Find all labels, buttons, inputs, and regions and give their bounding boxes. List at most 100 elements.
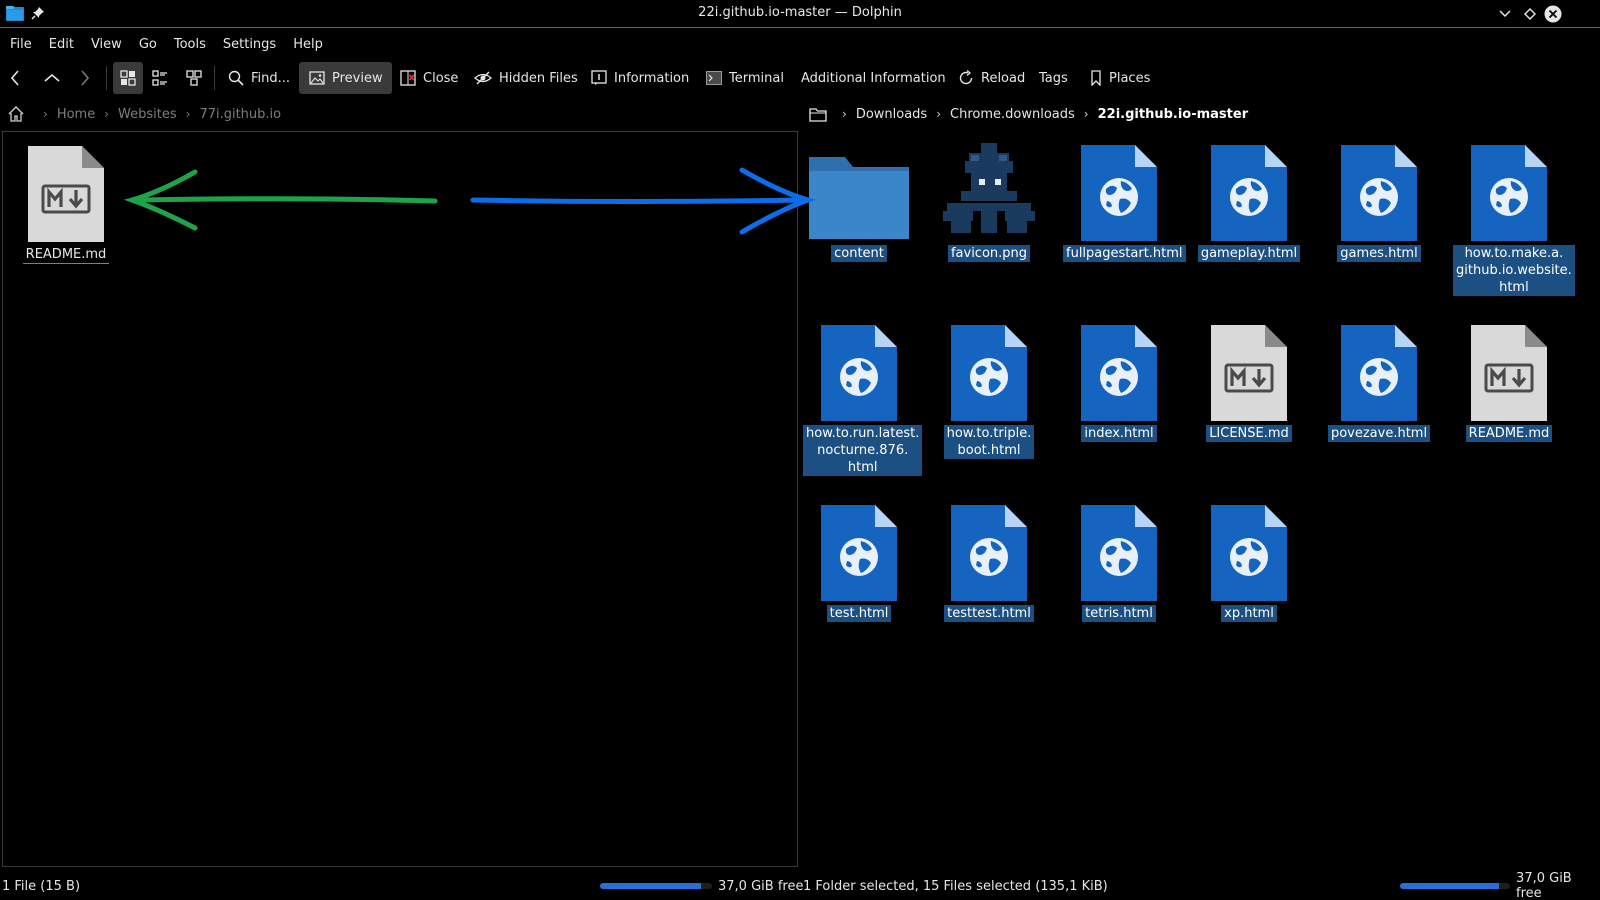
chevron-up-icon	[44, 73, 60, 82]
file-name: README.md	[1465, 425, 1553, 442]
places-button[interactable]: Places	[1090, 62, 1150, 94]
toolbar-separator	[214, 66, 215, 90]
file-name: povezave.html	[1327, 425, 1431, 442]
diamond-icon	[1524, 8, 1536, 20]
close-window-button[interactable]	[1544, 5, 1562, 23]
html-file-icon	[803, 321, 915, 425]
image-preview-icon	[309, 71, 325, 85]
file-item[interactable]: how.to.triple. boot.html	[933, 321, 1045, 459]
chevron-right-icon: ›	[1083, 107, 1089, 121]
additional-information-button[interactable]: Additional Information	[801, 62, 946, 94]
details-view-button[interactable]	[186, 62, 206, 94]
menu-tools[interactable]: Tools	[168, 37, 212, 52]
left-free-space-label: 37,0 GiB free	[718, 878, 804, 894]
reload-label: Reload	[981, 70, 1026, 86]
tags-button[interactable]: Tags	[1039, 62, 1068, 94]
file-item[interactable]: index.html	[1063, 321, 1175, 442]
breadcrumb-22i-github-io-master[interactable]: 22i.github.io-master	[1098, 107, 1249, 122]
file-name: tetris.html	[1082, 605, 1156, 622]
toolbar-separator	[106, 66, 107, 90]
forward-button[interactable]	[80, 62, 100, 94]
hidden-files-button[interactable]: Hidden Files	[474, 62, 578, 94]
chevron-right-icon: ›	[842, 107, 847, 121]
chevron-left-icon	[10, 70, 19, 86]
maximize-button[interactable]	[1521, 5, 1539, 23]
icons-view-icon	[120, 70, 136, 86]
file-item[interactable]: README.md	[10, 142, 122, 264]
file-item[interactable]: games.html	[1323, 141, 1435, 262]
folder-outline-icon[interactable]	[809, 107, 827, 122]
left-file-view[interactable]: README.md	[2, 131, 798, 867]
close-label: Close	[423, 70, 459, 86]
find-button[interactable]: Find...	[228, 62, 290, 94]
html-file-icon	[1193, 141, 1305, 245]
compact-view-button[interactable]	[152, 62, 172, 94]
find-label: Find...	[251, 70, 291, 86]
menu-file[interactable]: File	[4, 37, 38, 52]
left-free-space: 37,0 GiB free	[600, 876, 803, 896]
file-item[interactable]: how.to.run.latest. nocturne.876. html	[803, 321, 923, 476]
icons-view-button[interactable]	[113, 62, 143, 94]
close-split-button[interactable]: Close	[400, 62, 458, 94]
reload-button[interactable]: Reload	[958, 62, 1025, 94]
up-button[interactable]	[44, 62, 64, 94]
chevron-right-icon: ›	[43, 107, 48, 121]
menu-settings[interactable]: Settings	[217, 37, 282, 52]
search-icon	[228, 70, 244, 86]
hidden-eye-icon	[474, 71, 492, 85]
breadcrumb-home[interactable]: Home	[57, 107, 95, 122]
compact-view-icon	[152, 70, 167, 86]
title-bar: 22i.github.io-master — Dolphin	[0, 0, 1600, 28]
breadcrumb-downloads[interactable]: Downloads	[856, 107, 927, 122]
menu-edit[interactable]: Edit	[43, 37, 80, 52]
places-label: Places	[1109, 70, 1151, 86]
html-file-icon	[933, 321, 1045, 425]
information-icon	[591, 70, 607, 85]
bookmark-icon	[1091, 70, 1101, 86]
chevron-right-icon: ›	[936, 107, 942, 121]
home-icon[interactable]	[8, 106, 24, 122]
file-item[interactable]: favicon.png	[933, 141, 1045, 262]
file-item[interactable]: test.html	[803, 501, 915, 622]
file-item[interactable]: povezave.html	[1323, 321, 1435, 442]
file-item[interactable]: testtest.html	[933, 501, 1045, 622]
file-item[interactable]: how.to.make.a. github.io.website. html	[1453, 141, 1575, 296]
file-item[interactable]: LICENSE.md	[1193, 321, 1305, 442]
breadcrumb-77i-github-io[interactable]: 77i.github.io	[199, 107, 281, 122]
html-file-icon	[1063, 141, 1175, 245]
hidden-files-label: Hidden Files	[499, 70, 578, 86]
menu-help[interactable]: Help	[287, 37, 329, 52]
breadcrumb-websites[interactable]: Websites	[118, 107, 177, 122]
main-toolbar: Find... Preview Close Hidden Files Infor…	[0, 62, 1600, 94]
file-name: fullpagestart.html	[1063, 245, 1186, 262]
file-name: how.to.triple. boot.html	[943, 425, 1035, 459]
terminal-label: Terminal	[729, 70, 784, 86]
markdown-file-icon	[10, 142, 122, 246]
file-item[interactable]: README.md	[1453, 321, 1565, 442]
chevron-right-icon	[81, 70, 90, 86]
file-item[interactable]: gameplay.html	[1193, 141, 1305, 262]
file-item[interactable]: xp.html	[1193, 501, 1305, 622]
file-item[interactable]: fullpagestart.html	[1063, 141, 1186, 262]
terminal-button[interactable]: Terminal	[706, 62, 784, 94]
file-name: testtest.html	[944, 605, 1034, 622]
right-breadcrumb: › Downloads › Chrome.downloads › 22i.git…	[809, 103, 1248, 125]
details-view-icon	[186, 70, 202, 86]
information-button[interactable]: Information	[591, 62, 689, 94]
image-thumbnail	[933, 141, 1045, 245]
back-button[interactable]	[10, 62, 30, 94]
breadcrumb-chrome-downloads[interactable]: Chrome.downloads	[950, 107, 1075, 122]
markdown-file-icon	[1453, 321, 1565, 425]
preview-button[interactable]: Preview	[299, 62, 392, 94]
file-name: content	[831, 245, 887, 262]
menu-go[interactable]: Go	[133, 37, 163, 52]
right-file-view[interactable]: content favicon.png fullpagestart.html game…	[802, 131, 1598, 867]
file-item[interactable]: content	[803, 141, 915, 262]
chevron-down-icon	[1499, 10, 1511, 18]
left-status-text: 1 File (15 B)	[2, 878, 81, 894]
file-name: gameplay.html	[1197, 245, 1301, 262]
minimize-button[interactable]	[1496, 5, 1514, 23]
menu-view[interactable]: View	[85, 37, 128, 52]
file-item[interactable]: tetris.html	[1063, 501, 1175, 622]
file-name: test.html	[826, 605, 892, 622]
